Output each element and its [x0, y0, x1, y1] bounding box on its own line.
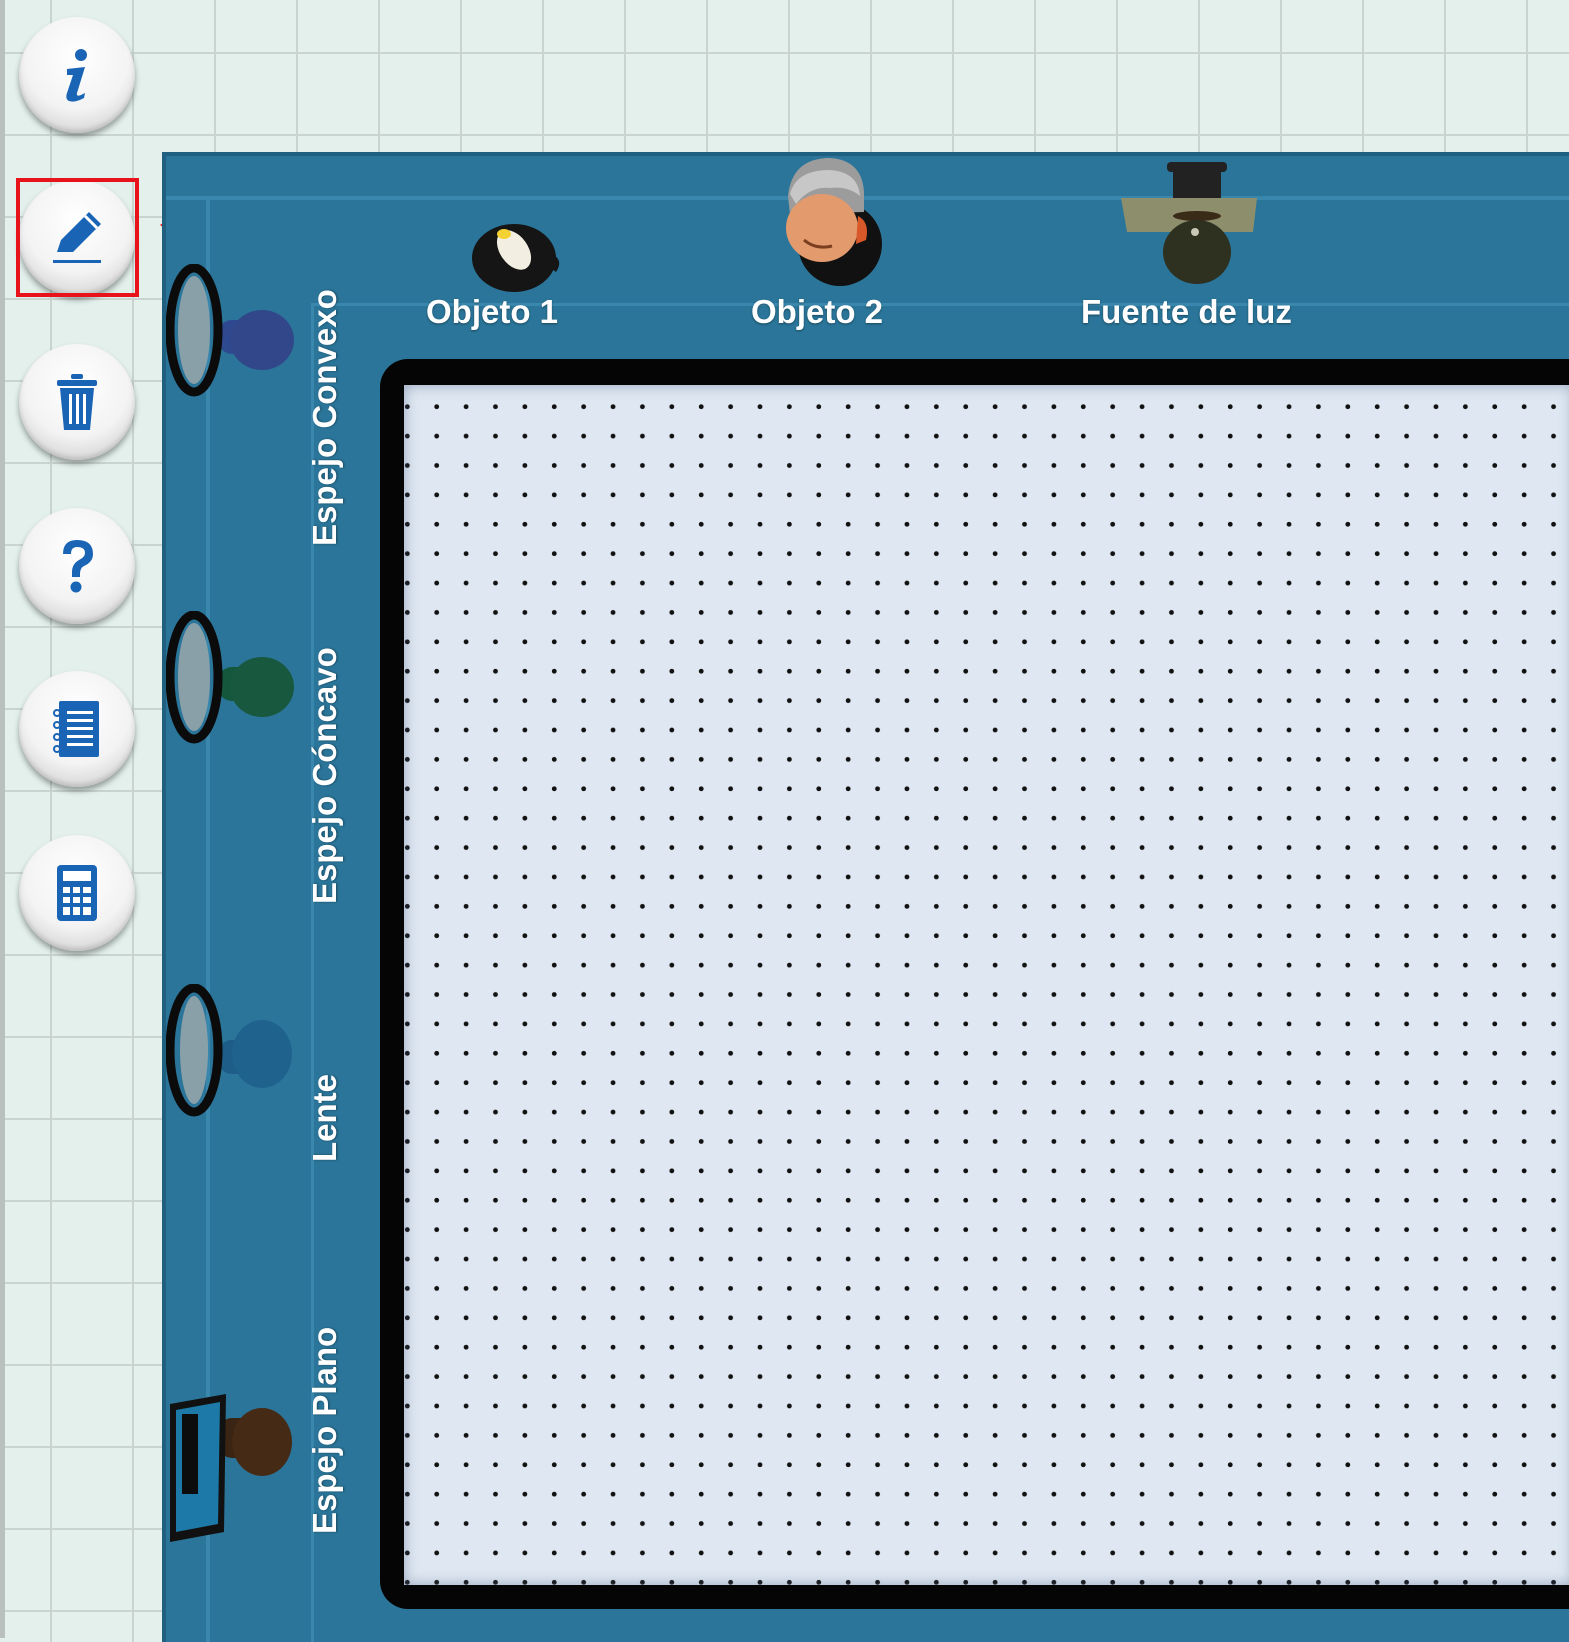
trash-icon: [57, 374, 97, 430]
concave-mirror-icon[interactable]: [166, 611, 301, 749]
lente-label: Lente: [306, 1073, 343, 1162]
optics-workspace-panel: Objeto 1 Objeto 2 Fuente de luz Espejo C…: [162, 152, 1569, 1642]
lens-icon[interactable]: [166, 984, 301, 1122]
espejo-convexo-label: Espejo Convexo: [306, 289, 343, 546]
fuente-de-luz-label: Fuente de luz: [1081, 293, 1292, 330]
edit-button-highlight: [16, 178, 139, 297]
objeto-1-label: Objeto 1: [426, 293, 559, 330]
info-button[interactable]: [19, 17, 135, 133]
flashlight-icon[interactable]: [1121, 160, 1261, 285]
candle-icon[interactable]: [456, 206, 576, 296]
info-icon: [66, 49, 87, 102]
convex-mirror-icon[interactable]: [166, 264, 301, 402]
delete-button[interactable]: [19, 344, 135, 460]
person-head-icon[interactable]: [766, 156, 896, 291]
notes-button[interactable]: [19, 671, 135, 787]
calculator-button[interactable]: [19, 835, 135, 951]
espejo-plano-label: Espejo Plano: [306, 1326, 343, 1534]
window-edge: [0, 0, 5, 1638]
help-button[interactable]: [19, 508, 135, 624]
objeto-2-label: Objeto 2: [751, 293, 884, 330]
calculator-icon: [57, 865, 97, 921]
workspace-board-frame: [380, 359, 1569, 1609]
espejo-concavo-label: Espejo Cóncavo: [306, 647, 343, 904]
dot-grid-canvas[interactable]: [404, 385, 1569, 1585]
plane-mirror-icon[interactable]: [166, 1394, 301, 1554]
checklist-icon: [53, 701, 99, 757]
question-icon: [63, 540, 93, 593]
